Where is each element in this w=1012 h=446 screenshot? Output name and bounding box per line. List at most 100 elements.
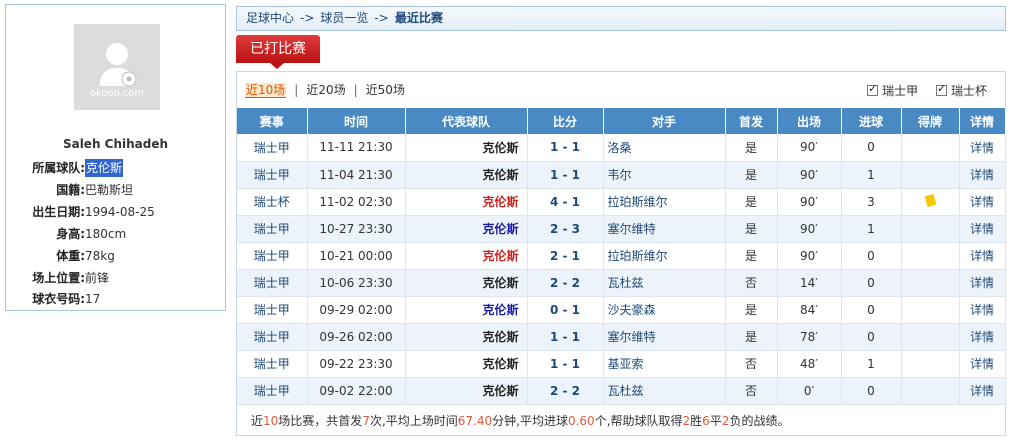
competition-link[interactable]: 瑞士甲 [237, 377, 308, 405]
team-link[interactable]: 克伦斯 [405, 350, 528, 378]
score-link[interactable]: 0 - 1 [527, 296, 604, 324]
team-link[interactable]: 克伦斯 [405, 161, 528, 189]
team-link[interactable]: 克伦斯 [405, 377, 528, 405]
detail-link[interactable]: 详情 [959, 215, 1006, 243]
minutes-cell: 84′ [777, 296, 842, 324]
summary-part: 胜 [690, 414, 703, 428]
team-link[interactable]: 克伦斯 [85, 159, 124, 177]
summary-number: 10 [263, 414, 279, 428]
table-row: 瑞士甲 09-22 23:30 克伦斯 1 - 1 基亚索否 48′ 1 详情 [237, 350, 1006, 378]
col-header-cards: 得牌 [901, 108, 960, 134]
goals-cell: 1 [841, 161, 902, 189]
starter-cell: 是 [725, 188, 778, 216]
table-row: 瑞士甲 09-26 02:00 克伦斯 1 - 1 塞尔维特是 78′ 0 详情 [237, 323, 1006, 351]
goals-cell: 0 [841, 323, 902, 351]
table-row: 瑞士甲 10-21 00:00 克伦斯 2 - 1 拉珀斯维尔是 90′ 0 详情 [237, 242, 1006, 270]
starter-cell: 是 [725, 323, 778, 351]
col-header-competition: 赛事 [237, 108, 308, 134]
section-title-tab: 已打比赛 [236, 35, 320, 69]
opponent-link[interactable]: 拉珀斯维尔 [603, 188, 726, 216]
team-link[interactable]: 克伦斯 [405, 134, 528, 162]
opponent-link[interactable]: 塞尔维特 [603, 215, 726, 243]
match-time: 11-04 21:30 [307, 161, 406, 189]
minutes-cell: 90′ [777, 242, 842, 270]
detail-link[interactable]: 详情 [959, 296, 1006, 324]
score-link[interactable]: 2 - 2 [527, 377, 604, 405]
starter-cell: 是 [725, 134, 778, 162]
detail-link[interactable]: 详情 [959, 350, 1006, 378]
table-header-row: 赛事 时间 代表球队 比分 对手 首发 出场 进球 得牌 详情 [237, 108, 1006, 134]
detail-link[interactable]: 详情 [959, 134, 1006, 162]
info-row-weight: 体重: 78kg [6, 247, 225, 265]
detail-link[interactable]: 详情 [959, 377, 1006, 405]
breadcrumb-separator: -> [300, 11, 315, 25]
detail-link[interactable]: 详情 [959, 188, 1006, 216]
score-link[interactable]: 2 - 3 [527, 215, 604, 243]
score-link[interactable]: 1 - 1 [527, 350, 604, 378]
detail-link[interactable]: 详情 [959, 323, 1006, 351]
matches-panel: 近10场 | 近20场 | 近50场 瑞士甲 瑞士杯 赛事 时间 代表球队 比分 对手 … [236, 71, 1006, 436]
checkbox-label: 瑞士甲 [882, 84, 919, 98]
opponent-link[interactable]: 韦尔 [603, 161, 726, 189]
score-link[interactable]: 2 - 2 [527, 269, 604, 297]
score-link[interactable]: 2 - 1 [527, 242, 604, 270]
checkbox-swiss-challenge-league[interactable]: 瑞士甲 [867, 82, 918, 99]
score-link[interactable]: 1 - 1 [527, 134, 604, 162]
checkbox-swiss-cup[interactable]: 瑞士杯 [935, 82, 987, 99]
opponent-link[interactable]: 塞尔维特 [603, 323, 726, 351]
filter-last-20[interactable]: 近20场 [306, 83, 345, 97]
team-link[interactable]: 克伦斯 [405, 323, 528, 351]
minutes-cell: 90′ [777, 188, 842, 216]
breadcrumb-link-player-list[interactable]: 球员一览 [320, 11, 368, 25]
goals-cell: 1 [841, 215, 902, 243]
cards-cell [901, 134, 960, 162]
competition-link[interactable]: 瑞士甲 [237, 242, 308, 270]
goals-cell: 3 [841, 188, 902, 216]
detail-link[interactable]: 详情 [959, 269, 1006, 297]
detail-link[interactable]: 详情 [959, 242, 1006, 270]
team-link[interactable]: 克伦斯 [405, 269, 528, 297]
opponent-link[interactable]: 沙夫豪森 [603, 296, 726, 324]
info-row-birthdate: 出生日期: 1994-08-25 [6, 203, 225, 221]
competition-link[interactable]: 瑞士甲 [237, 215, 308, 243]
competition-link[interactable]: 瑞士甲 [237, 350, 308, 378]
info-value: 180cm [85, 227, 127, 241]
opponent-link[interactable]: 基亚索 [603, 350, 726, 378]
starter-cell: 是 [725, 161, 778, 189]
opponent-link[interactable]: 洛桑 [603, 134, 726, 162]
filter-last-10[interactable]: 近10场 [245, 83, 287, 98]
checkbox-checked-icon[interactable] [935, 82, 947, 96]
summary-part: 平 [709, 414, 722, 428]
cards-cell [901, 215, 960, 243]
team-link[interactable]: 克伦斯 [405, 242, 528, 270]
score-link[interactable]: 4 - 1 [527, 188, 604, 216]
opponent-link[interactable]: 拉珀斯维尔 [603, 242, 726, 270]
opponent-link[interactable]: 瓦杜兹 [603, 269, 726, 297]
team-link[interactable]: 克伦斯 [405, 188, 528, 216]
opponent-link[interactable]: 瓦杜兹 [603, 377, 726, 405]
match-time: 11-02 02:30 [307, 188, 406, 216]
goals-cell: 0 [841, 269, 902, 297]
filter-separator: | [294, 83, 299, 97]
col-header-minutes: 出场 [777, 108, 842, 134]
competition-link[interactable]: 瑞士甲 [237, 269, 308, 297]
competition-link[interactable]: 瑞士杯 [237, 188, 308, 216]
match-time: 09-22 23:30 [307, 350, 406, 378]
table-row: 瑞士甲 10-27 23:30 克伦斯 2 - 3 塞尔维特是 90′ 1 详情 [237, 215, 1006, 243]
info-value: 17 [85, 292, 101, 306]
team-link[interactable]: 克伦斯 [405, 215, 528, 243]
competition-link[interactable]: 瑞士甲 [237, 134, 308, 162]
minutes-cell: 78′ [777, 323, 842, 351]
competition-link[interactable]: 瑞士甲 [237, 323, 308, 351]
detail-link[interactable]: 详情 [959, 161, 1006, 189]
score-link[interactable]: 1 - 1 [527, 323, 604, 351]
summary-part: 场比赛，共首发 [278, 414, 363, 428]
team-link[interactable]: 克伦斯 [405, 296, 528, 324]
checkbox-checked-icon[interactable] [867, 82, 879, 96]
score-link[interactable]: 1 - 1 [527, 161, 604, 189]
competition-link[interactable]: 瑞士甲 [237, 161, 308, 189]
cards-cell [901, 269, 960, 297]
filter-last-50[interactable]: 近50场 [366, 83, 405, 97]
competition-link[interactable]: 瑞士甲 [237, 296, 308, 324]
breadcrumb-link-football-center[interactable]: 足球中心 [246, 11, 294, 25]
